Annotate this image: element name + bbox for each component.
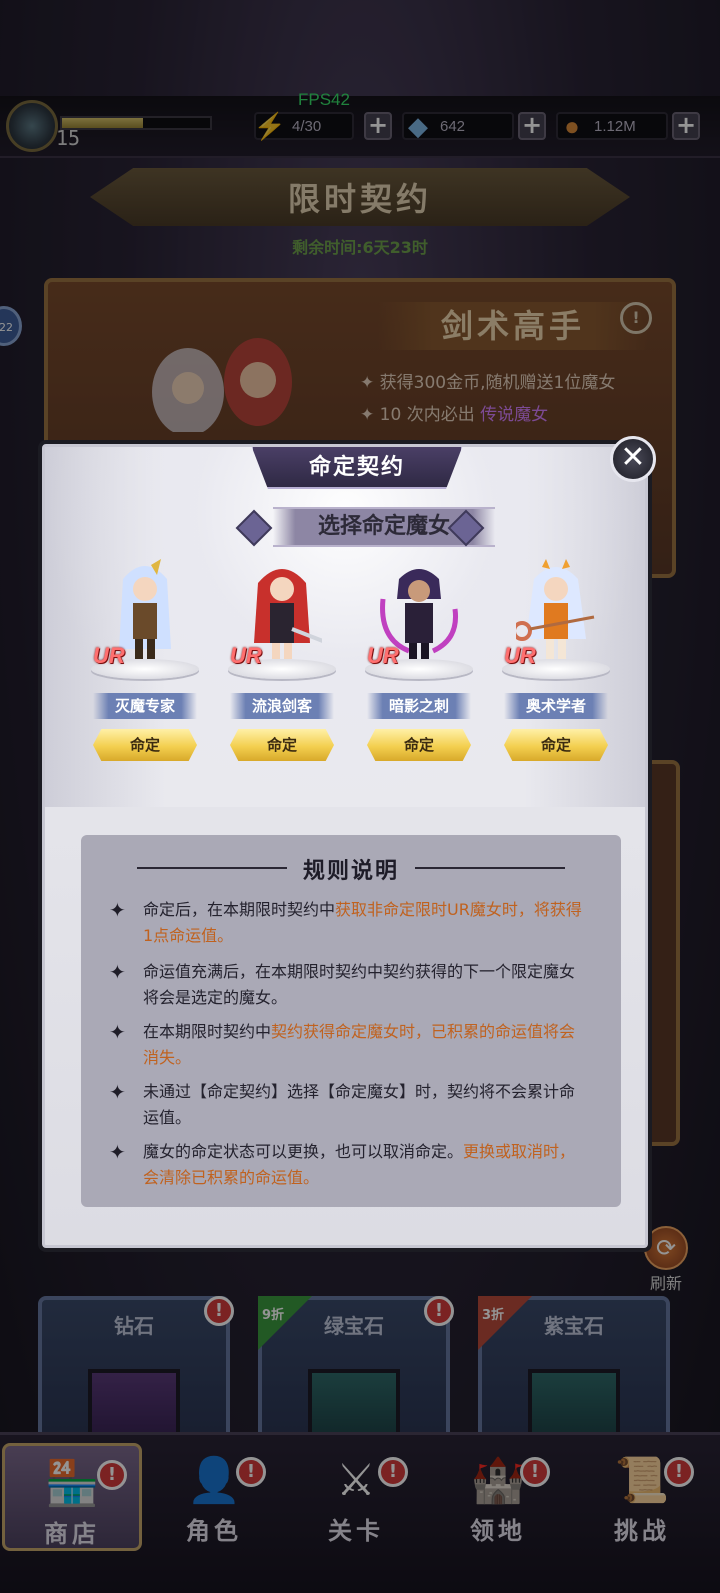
character-slot[interactable]: UR 暗影之刺 命定 xyxy=(359,559,479,769)
rarity-tag: UR xyxy=(367,643,399,668)
rarity-tag: UR xyxy=(230,643,262,668)
character-slot[interactable]: UR 奥术学者 命定 xyxy=(496,559,616,769)
rules-panel: 规则说明 ✦ 命定后，在本期限时契约中获取非命定限时UR魔女时，将获得1点命运值… xyxy=(81,835,621,1207)
star-bullet-icon: ✦ xyxy=(109,960,126,984)
character-slot[interactable]: UR 流浪剑客 命定 xyxy=(222,559,342,769)
destine-button[interactable]: 命定 xyxy=(93,729,197,761)
rarity-tag: UR xyxy=(93,643,125,668)
star-bullet-icon: ✦ xyxy=(109,898,126,922)
destine-button[interactable]: 命定 xyxy=(504,729,608,761)
rule-item: ✦ 未通过【命定契约】选择【命定魔女】时，契约将不会累计命运值。 xyxy=(109,1080,576,1127)
star-bullet-icon: ✦ xyxy=(109,1140,126,1164)
rarity-tag: UR xyxy=(504,643,536,668)
rule-item: ✦ 在本期限时契约中契约获得命定魔女时，已积累的命运值将会消失。 xyxy=(109,1020,576,1067)
star-bullet-icon: ✦ xyxy=(109,1020,126,1044)
character-list: UR 灭魔专家 命定 UR 流浪剑客 命定 UR 暗影之刺 命定 UR 奥术学者… xyxy=(85,559,615,769)
destine-button[interactable]: 命定 xyxy=(230,729,334,761)
rules-header: 规则说明 xyxy=(81,847,621,887)
destine-button[interactable]: 命定 xyxy=(367,729,471,761)
character-name: 灭魔专家 xyxy=(93,693,197,719)
rule-item: ✦ 命运值充满后，在本期限时契约中契约获得的下一个限定魔女将会是选定的魔女。 xyxy=(109,960,576,1007)
close-button[interactable]: ✕ xyxy=(610,436,656,482)
dialog-title: 命定契约 xyxy=(251,447,463,489)
rule-item: ✦ 魔女的命定状态可以更换，也可以取消命定。更换或取消时，会清除已积累的命运值。 xyxy=(109,1140,576,1187)
character-name: 流浪剑客 xyxy=(230,693,334,719)
star-bullet-icon: ✦ xyxy=(109,1080,126,1104)
character-name: 奥术学者 xyxy=(504,693,608,719)
dialog-body: 命定契约 选择命定魔女 UR 灭魔专家 命定 UR 流浪剑客 命定 UR 暗影之… xyxy=(42,444,648,1248)
character-name: 暗影之刺 xyxy=(367,693,471,719)
rule-item: ✦ 命定后，在本期限时契约中获取非命定限时UR魔女时，将获得1点命运值。 xyxy=(109,898,582,945)
destiny-contract-dialog: 命定契约 选择命定魔女 UR 灭魔专家 命定 UR 流浪剑客 命定 UR 暗影之… xyxy=(38,440,652,1252)
divider xyxy=(415,867,565,869)
rules-title: 规则说明 xyxy=(302,859,399,884)
character-slot[interactable]: UR 灭魔专家 命定 xyxy=(85,559,205,769)
